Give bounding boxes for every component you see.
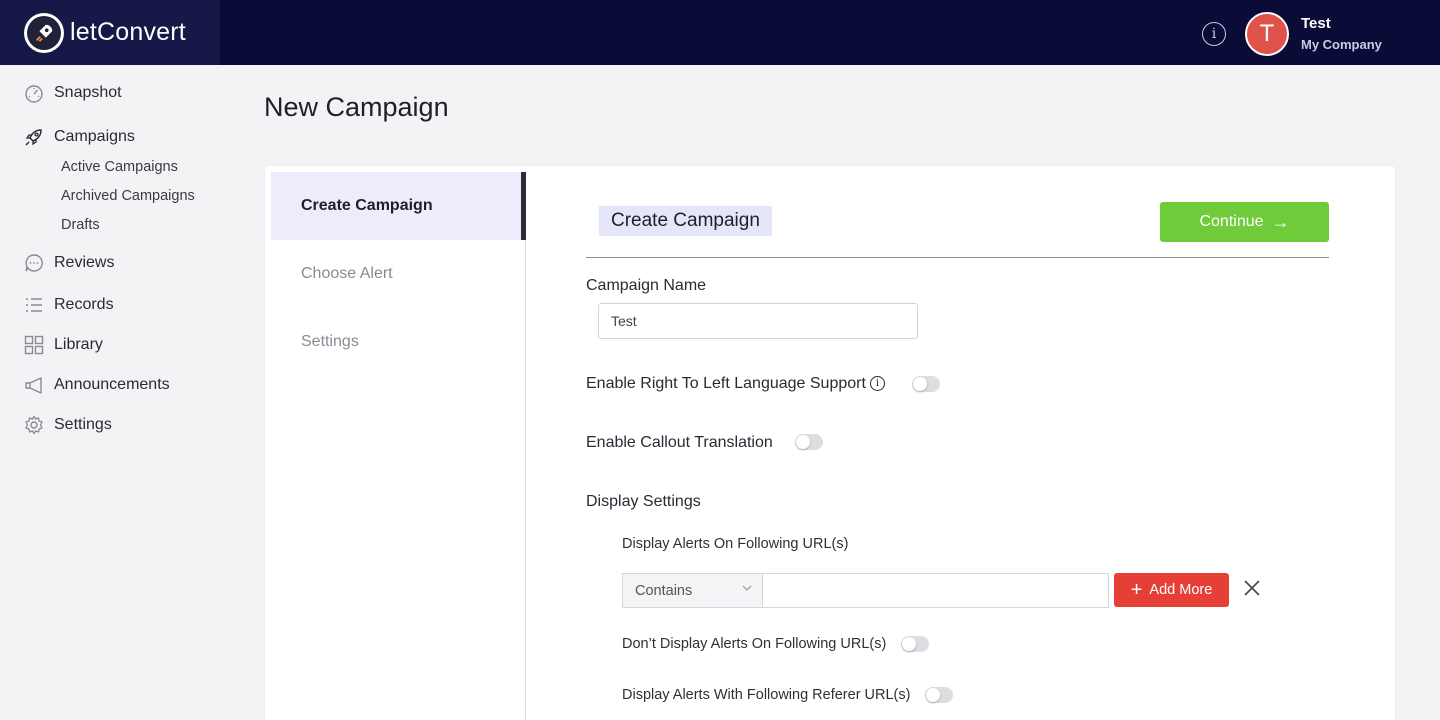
rtl-support-text: Enable Right To Left Language Support bbox=[586, 375, 866, 392]
sidebar-subitem-archived-campaigns[interactable]: Archived Campaigns bbox=[61, 188, 195, 204]
gauge-icon bbox=[25, 85, 43, 103]
sidebar-item-reviews[interactable]: Reviews bbox=[24, 253, 114, 273]
sidebar-item-label: Reviews bbox=[54, 254, 115, 271]
rocket-logo-icon bbox=[24, 12, 64, 53]
step-settings[interactable]: Settings bbox=[271, 308, 526, 376]
continue-label: Continue bbox=[1199, 213, 1264, 230]
toggle-knob bbox=[926, 688, 940, 702]
grid-icon bbox=[24, 335, 44, 355]
sidebar: Snapshot Campaigns Active Campaigns Arch… bbox=[0, 65, 225, 720]
megaphone-icon bbox=[25, 377, 42, 394]
logo-text: letConvert bbox=[70, 18, 186, 46]
user-name[interactable]: Test bbox=[1301, 15, 1331, 32]
callout-translation-toggle[interactable] bbox=[795, 434, 823, 450]
add-more-label: Add More bbox=[1149, 582, 1213, 598]
section-title: Create Campaign bbox=[599, 206, 772, 236]
display-on-urls-label: Display Alerts On Following URL(s) bbox=[622, 536, 849, 552]
arrow-right-icon: → bbox=[1271, 211, 1290, 232]
step-list: Create Campaign Choose Alert Settings bbox=[271, 172, 526, 720]
page-title: New Campaign bbox=[264, 92, 449, 122]
campaign-name-input[interactable] bbox=[598, 303, 918, 339]
sidebar-item-label: Snapshot bbox=[54, 84, 122, 101]
sidebar-item-records[interactable]: Records bbox=[24, 295, 114, 315]
sidebar-subitem-drafts[interactable]: Drafts bbox=[61, 217, 100, 233]
gear-icon bbox=[25, 415, 43, 435]
toggle-knob bbox=[902, 637, 916, 651]
sidebar-item-library[interactable]: Library bbox=[24, 335, 103, 355]
rtl-support-label: Enable Right To Left Language Support i bbox=[586, 375, 885, 393]
chat-bubble-icon bbox=[25, 254, 43, 272]
sidebar-item-announcements[interactable]: Announcements bbox=[24, 375, 170, 395]
sidebar-item-snapshot[interactable]: Snapshot bbox=[24, 83, 122, 103]
sidebar-item-label: Campaigns bbox=[54, 128, 135, 145]
info-icon[interactable]: i bbox=[1202, 22, 1226, 46]
avatar[interactable]: T bbox=[1245, 12, 1289, 56]
sidebar-item-settings[interactable]: Settings bbox=[24, 415, 112, 435]
step-choose-alert[interactable]: Choose Alert bbox=[271, 240, 526, 308]
sidebar-item-label: Records bbox=[54, 296, 114, 313]
add-more-button[interactable]: + Add More bbox=[1114, 573, 1229, 607]
close-icon[interactable] bbox=[1242, 578, 1262, 598]
step-create-campaign[interactable]: Create Campaign bbox=[271, 172, 526, 240]
sidebar-item-campaigns[interactable]: Campaigns bbox=[24, 127, 135, 147]
divider bbox=[586, 257, 1329, 258]
list-icon bbox=[26, 298, 42, 312]
campaign-name-label: Campaign Name bbox=[586, 277, 707, 294]
sidebar-subitem-active-campaigns[interactable]: Active Campaigns bbox=[61, 159, 178, 175]
logo[interactable]: letConvert bbox=[0, 0, 220, 65]
callout-translation-label: Enable Callout Translation bbox=[586, 434, 773, 451]
display-settings-heading: Display Settings bbox=[586, 493, 701, 510]
dont-display-urls-toggle[interactable] bbox=[901, 636, 929, 652]
chevron-down-icon bbox=[742, 585, 752, 591]
referer-urls-label: Display Alerts With Following Referer UR… bbox=[622, 687, 911, 703]
toggle-knob bbox=[796, 435, 810, 449]
match-type-value: Contains bbox=[635, 582, 693, 599]
sidebar-item-label: Announcements bbox=[54, 376, 170, 393]
dont-display-urls-label: Don’t Display Alerts On Following URL(s) bbox=[622, 636, 887, 652]
campaign-card: Create Campaign Choose Alert Settings Cr… bbox=[265, 166, 1395, 720]
info-icon[interactable]: i bbox=[869, 376, 885, 392]
user-company: My Company bbox=[1301, 37, 1382, 52]
plus-icon: + bbox=[1130, 579, 1143, 601]
top-bar: letConvert i T Test My Company bbox=[0, 0, 1440, 65]
sidebar-item-label: Settings bbox=[54, 416, 112, 433]
toggle-knob bbox=[913, 377, 927, 391]
continue-button[interactable]: Continue → bbox=[1160, 202, 1329, 242]
url-input[interactable] bbox=[762, 573, 1109, 608]
referer-urls-toggle[interactable] bbox=[925, 687, 953, 703]
sidebar-item-label: Library bbox=[54, 336, 103, 353]
rocket-icon bbox=[25, 129, 42, 146]
match-type-select[interactable]: Contains bbox=[622, 573, 762, 608]
rtl-support-toggle[interactable] bbox=[912, 376, 940, 392]
